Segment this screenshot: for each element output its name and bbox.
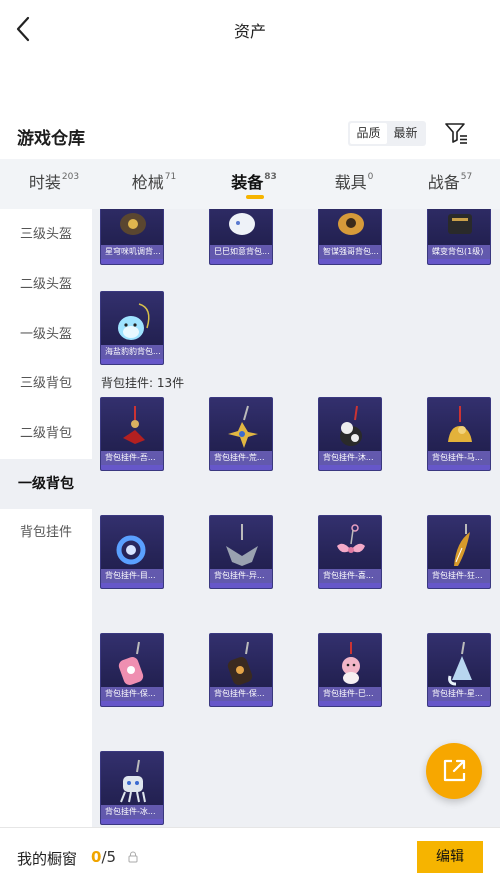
item-card[interactable]: 蝶变背包(1级): [427, 209, 491, 265]
showcase-count-total: /5: [101, 848, 117, 866]
showcase-count: 0/5: [91, 848, 116, 866]
item-name: 智谋强哥背包...: [319, 245, 381, 259]
item-card[interactable]: 背包挂件-马...: [427, 397, 491, 471]
pendant-icon: [123, 406, 145, 444]
item-name: 海盐豹豹背包...: [101, 345, 163, 359]
lock-icon: [128, 851, 138, 863]
tab-fashion[interactable]: 时装203: [4, 159, 104, 209]
item-grid: 星穹咪叽调背... 巳巳如意背包... 智谋强哥背包... 蝶变背包(1级) 海…: [92, 209, 500, 827]
share-icon: [443, 759, 466, 782]
tab-count: 83: [264, 172, 277, 182]
pendant-icon: [228, 405, 258, 448]
item-card[interactable]: 背包挂件-保...: [209, 633, 273, 707]
item-name: 蝶变背包(1级): [428, 245, 490, 259]
item-card[interactable]: 巳巳如意背包...: [209, 209, 273, 265]
item-card[interactable]: 背包挂件-巳...: [318, 633, 382, 707]
sidebar-item-level1-helmet[interactable]: 一级头盔: [0, 310, 92, 360]
pendant-icon: [342, 642, 360, 684]
tab-count: 203: [61, 172, 80, 182]
section-title: 游戏仓库: [17, 129, 85, 149]
item-name: 背包挂件-目...: [101, 569, 163, 583]
sidebar-item-level3-helmet[interactable]: 三级头盔: [0, 210, 92, 260]
tab-vehicles[interactable]: 载具0: [304, 159, 404, 209]
item-name: 背包挂件-异...: [210, 569, 272, 583]
item-card[interactable]: 背包挂件-喜...: [318, 515, 382, 589]
filter-icon[interactable]: [444, 121, 468, 145]
item-card[interactable]: 背包挂件-冰...: [100, 751, 164, 825]
tab-battle-gear[interactable]: 战备57: [400, 159, 500, 209]
pendant-icon: [120, 759, 146, 803]
item-card[interactable]: 背包挂件-荒...: [209, 397, 273, 471]
group-label: 背包挂件: 13件: [101, 376, 185, 390]
item-name: 背包挂件-马...: [428, 451, 490, 465]
sidebar-item-backpack-pendant[interactable]: 背包挂件: [0, 508, 92, 558]
active-tab-indicator: [246, 195, 264, 199]
sidebar-item-level2-backpack[interactable]: 二级背包: [0, 409, 92, 459]
sort-latest-option[interactable]: 最新: [387, 123, 424, 144]
item-card[interactable]: 背包挂件-沐...: [318, 397, 382, 471]
item-name: 背包挂件-保...: [210, 687, 272, 701]
sort-quality-option[interactable]: 品质: [350, 123, 387, 144]
pendant-icon: [227, 641, 253, 685]
tab-count: 0: [367, 172, 374, 182]
tab-count: 71: [164, 172, 177, 182]
item-card[interactable]: 星穹咪叽调背...: [100, 209, 164, 265]
pendant-icon: [448, 406, 472, 442]
item-card[interactable]: 背包挂件-狂...: [427, 515, 491, 589]
page-title: 资产: [233, 22, 266, 41]
sidebar: 三级头盔 二级头盔 一级头盔 三级背包 二级背包 一级背包 背包挂件: [0, 209, 92, 827]
top-bar: 资产: [0, 0, 500, 58]
item-card[interactable]: 背包挂件-目...: [100, 515, 164, 589]
share-button[interactable]: [426, 743, 482, 799]
tab-label: 装备: [231, 173, 264, 192]
pendant-icon: [118, 641, 144, 685]
tab-label: 枪械: [131, 173, 164, 192]
showcase-footer: 我的橱窗 0/5 编辑: [0, 827, 500, 885]
item-name: 背包挂件-狂...: [428, 569, 490, 583]
tab-label: 时装: [28, 173, 61, 192]
item-card[interactable]: 背包挂件-保...: [100, 633, 164, 707]
item-card[interactable]: 背包挂件-吾...: [100, 397, 164, 471]
sidebar-item-level3-backpack[interactable]: 三级背包: [0, 359, 92, 409]
item-name: 背包挂件-沐...: [319, 451, 381, 465]
showcase-count-current: 0: [91, 848, 102, 866]
pendant-icon: [116, 535, 146, 565]
pendant-icon: [340, 405, 362, 446]
category-tabs: 时装203 枪械71 装备83 载具0 战备57: [0, 159, 500, 209]
tab-guns[interactable]: 枪械71: [104, 159, 204, 209]
sidebar-item-level2-helmet[interactable]: 二级头盔: [0, 260, 92, 310]
showcase-label: 我的橱窗: [17, 850, 78, 868]
backpack-icon: [229, 213, 255, 235]
backpack-icon: [338, 213, 364, 235]
item-name: 背包挂件-喜...: [319, 569, 381, 583]
sidebar-item-level1-backpack[interactable]: 一级背包: [0, 459, 92, 509]
edit-button[interactable]: 编辑: [417, 841, 483, 873]
item-name: 巳巳如意背包...: [210, 245, 272, 259]
item-card[interactable]: 智谋强哥背包...: [318, 209, 382, 265]
tab-label: 载具: [334, 173, 367, 192]
item-name: 星穹咪叽调背...: [101, 245, 163, 259]
item-name: 背包挂件-冰...: [101, 805, 163, 819]
item-name: 背包挂件-星...: [428, 687, 490, 701]
pendant-icon: [454, 524, 470, 566]
backpack-icon: [120, 213, 146, 235]
item-name: 背包挂件-保...: [101, 687, 163, 701]
item-card[interactable]: 背包挂件-异...: [209, 515, 273, 589]
item-name: 背包挂件-吾...: [101, 451, 163, 465]
tab-equipment[interactable]: 装备83: [204, 159, 304, 209]
pendant-icon: [226, 524, 258, 566]
tab-label: 战备: [427, 173, 460, 192]
item-name: 背包挂件-巳...: [319, 687, 381, 701]
pendant-icon: [448, 641, 472, 686]
seal-backpack-icon: [118, 303, 150, 340]
item-name: 背包挂件-荒...: [210, 451, 272, 465]
item-card[interactable]: 背包挂件-星...: [427, 633, 491, 707]
pendant-icon: [337, 524, 365, 553]
backpack-icon: [448, 214, 472, 234]
tab-count: 57: [460, 172, 473, 182]
item-card[interactable]: 海盐豹豹背包...: [100, 291, 164, 365]
sort-toggle: 品质 最新: [348, 121, 426, 146]
